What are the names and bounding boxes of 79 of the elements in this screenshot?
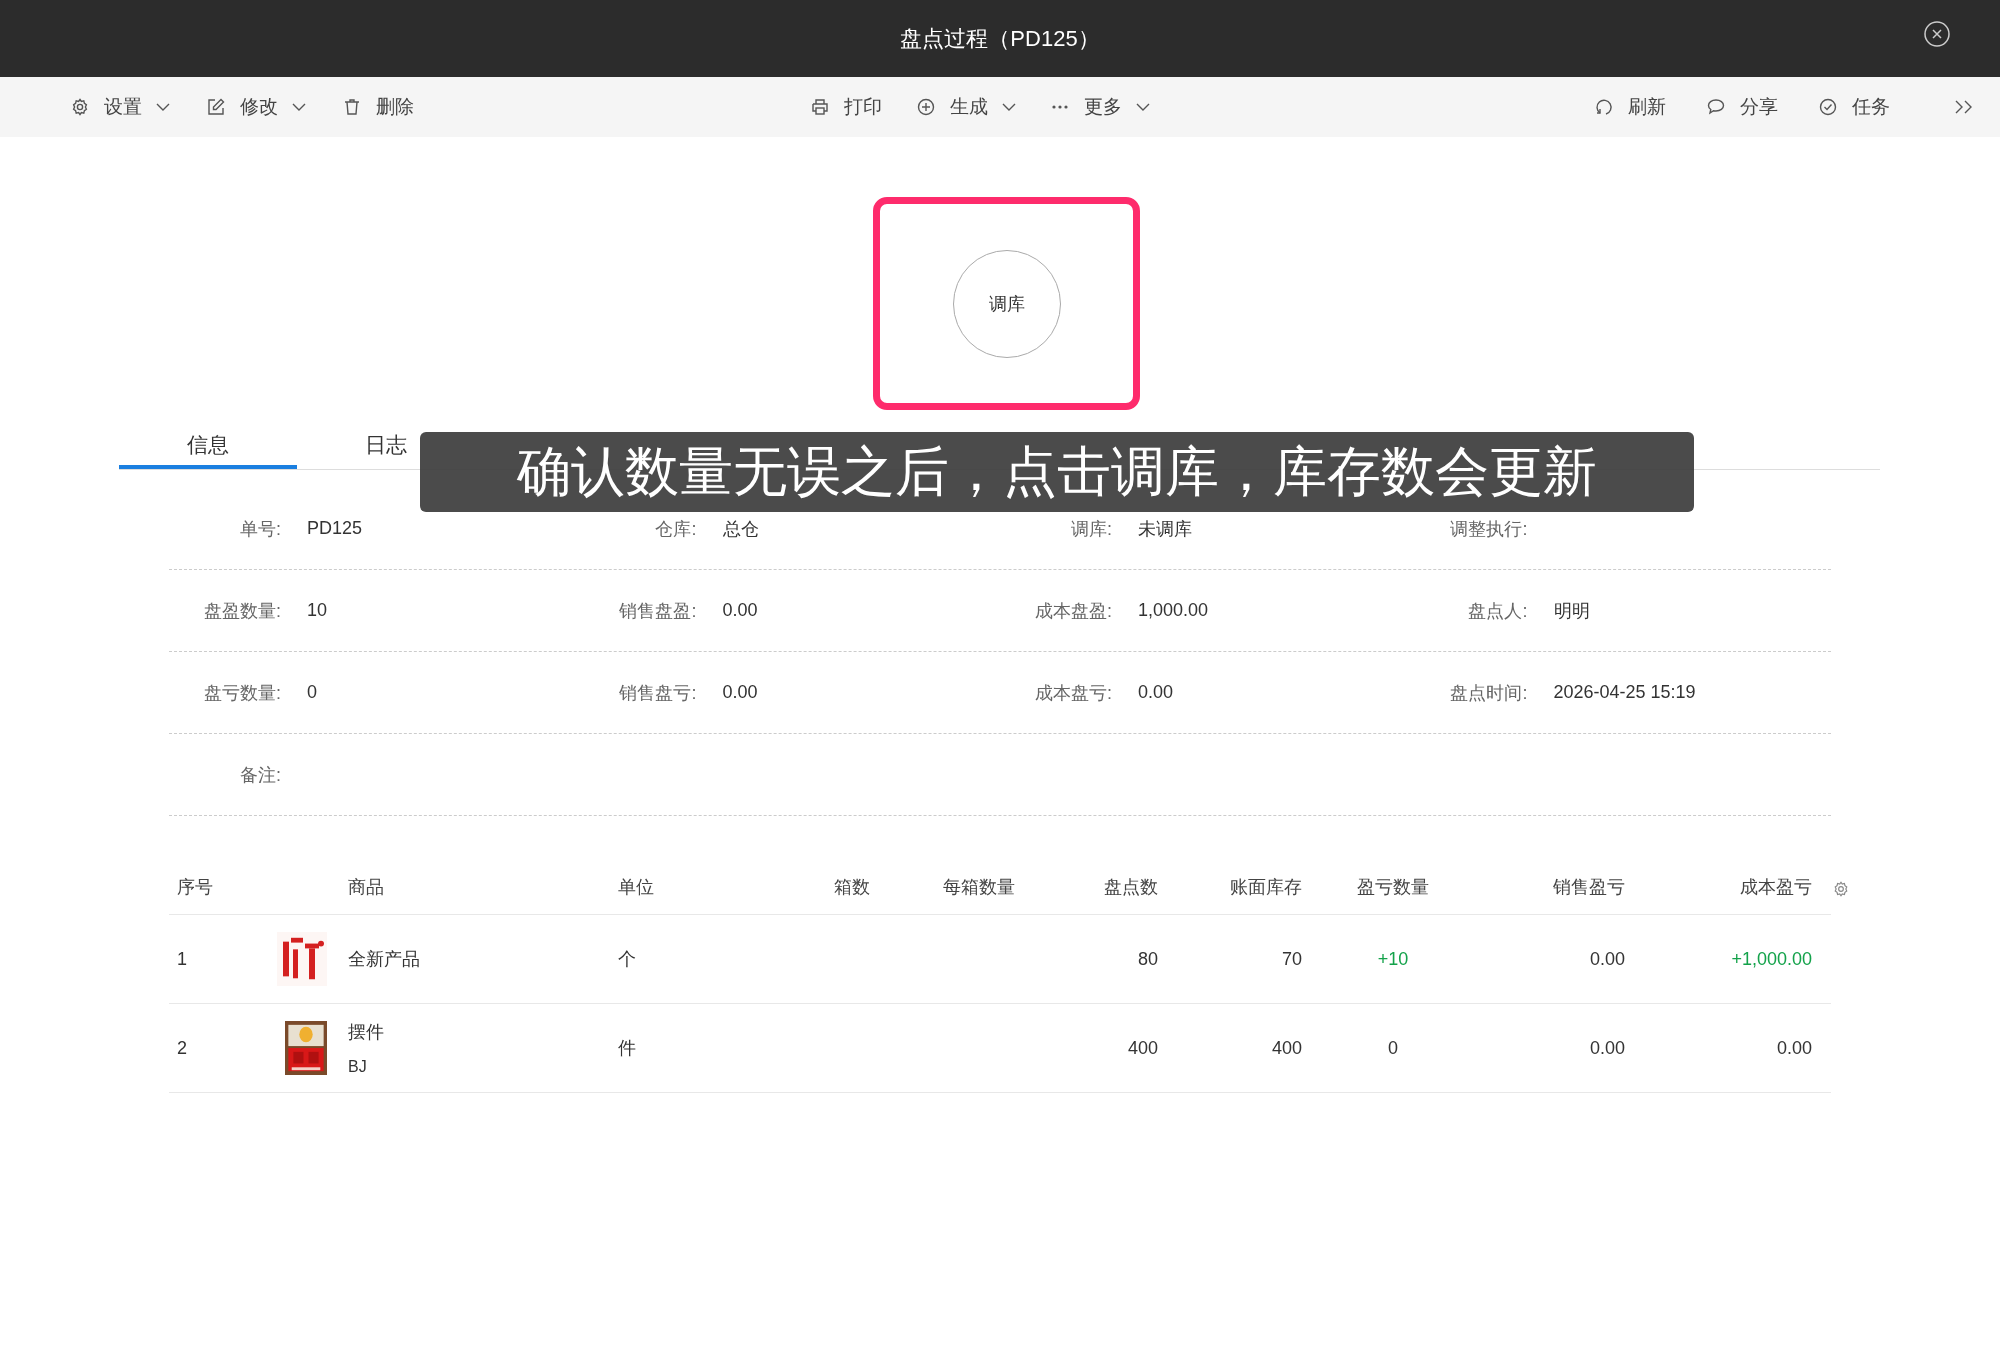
column-header: 每箱数量 <box>943 876 1015 899</box>
column-header: 盘点数 <box>1104 876 1158 899</box>
plus-circle-icon[interactable] <box>916 97 936 117</box>
toolbar-button[interactable]: 删除 <box>342 94 414 120</box>
column-header: 箱数 <box>834 876 870 899</box>
field-value: 10 <box>307 600 328 621</box>
settings-icon[interactable] <box>1832 880 1850 898</box>
field-label: 盘亏数量: <box>203 681 281 705</box>
product-code: BJ <box>348 1058 368 1076</box>
column-header: 账面库存 <box>1230 876 1302 899</box>
table-cell: 80 <box>1137 948 1158 970</box>
table-cell: 0.00 <box>1776 1037 1812 1059</box>
toolbar-button[interactable]: 修改 <box>206 94 306 120</box>
field-label: 成本盘盈: <box>1034 599 1112 623</box>
field-value: 0.00 <box>722 600 758 621</box>
table-cell-text: 个 <box>618 948 636 971</box>
product-name: 摆件 <box>348 1021 385 1044</box>
column-header: 序号 <box>177 876 213 899</box>
trash-icon[interactable] <box>342 97 362 117</box>
edit-icon[interactable] <box>206 97 226 117</box>
caret-icon[interactable] <box>292 103 306 111</box>
close-icon[interactable] <box>1923 20 1951 48</box>
caption-overlay: 确认数量无误之后，点击调库，库存数会更新 <box>420 432 1694 512</box>
caret-icon[interactable] <box>1002 103 1016 111</box>
toolbar-button[interactable]: 更多 <box>1050 94 1150 120</box>
tab[interactable]: 信息 <box>119 425 297 469</box>
toolbar-button[interactable]: 设置 <box>70 94 170 120</box>
field-value: 0.00 <box>1138 682 1174 703</box>
table-cell: 0.00 <box>1589 1037 1625 1059</box>
check-circle-icon[interactable] <box>1818 97 1838 117</box>
field-label: 单号: <box>239 517 281 541</box>
table-cell-text: 件 <box>618 1037 636 1060</box>
table-cell: 0.00 <box>1589 948 1625 970</box>
settings-icon[interactable] <box>70 97 90 117</box>
toolbar-button[interactable]: 分享 <box>1706 94 1778 120</box>
field-label: 盘点时间: <box>1449 681 1528 705</box>
field-label: 备注: <box>239 763 281 787</box>
printer-icon[interactable] <box>810 97 830 117</box>
field-label: 盘盈数量: <box>203 599 281 623</box>
transfer-stock-button[interactable]: 调库 <box>952 249 1061 358</box>
caret-icon[interactable] <box>156 103 170 111</box>
field-value: 0.00 <box>722 682 758 703</box>
field-label: 调整执行: <box>1449 517 1528 541</box>
table-cell: 400 <box>1271 1037 1302 1059</box>
toolbar-button[interactable]: 任务 <box>1818 94 1890 120</box>
column-header: 商品 <box>348 876 384 899</box>
table-cell: +1,000.00 <box>1731 948 1812 970</box>
chat-bubble-icon[interactable] <box>1706 97 1726 117</box>
field-value: 未调库 <box>1138 517 1192 541</box>
table-cell: 2 <box>177 1037 187 1059</box>
column-header: 盈亏数量 <box>1357 876 1429 899</box>
field-value: 0 <box>307 682 317 703</box>
field-value: PD125 <box>307 518 363 539</box>
field-label: 调库: <box>1070 517 1112 541</box>
product-name: 全新产品 <box>348 948 421 971</box>
expand-icon[interactable] <box>1954 99 1974 115</box>
table-cell: 400 <box>1127 1037 1158 1059</box>
field-label: 盘点人: <box>1467 599 1528 623</box>
column-header: 销售盈亏 <box>1553 876 1625 899</box>
field-value: 2026-04-25 15:19 <box>1553 682 1696 703</box>
table-cell: 0 <box>1388 1037 1398 1059</box>
table-cell: 70 <box>1281 948 1302 970</box>
column-header: 单位 <box>618 876 654 899</box>
caret-icon[interactable] <box>1136 103 1150 111</box>
table-cell: +10 <box>1377 948 1409 970</box>
field-label: 销售盘盈: <box>618 599 697 623</box>
toolbar-button[interactable]: 打印 <box>810 94 882 120</box>
field-value: 总仓 <box>722 517 759 541</box>
toolbar-button[interactable]: 刷新 <box>1594 94 1666 120</box>
field-label: 仓库: <box>654 517 697 541</box>
field-label: 销售盘亏: <box>618 681 697 705</box>
toolbar-button[interactable]: 生成 <box>916 94 1016 120</box>
window-title: 盘点过程（PD125） <box>900 24 1100 53</box>
table-cell: 1 <box>177 948 187 970</box>
field-label: 成本盘亏: <box>1034 681 1112 705</box>
column-header: 成本盈亏 <box>1740 876 1812 899</box>
refresh-icon[interactable] <box>1594 97 1614 117</box>
field-value: 1,000.00 <box>1138 600 1209 621</box>
field-value: 明明 <box>1553 599 1590 623</box>
